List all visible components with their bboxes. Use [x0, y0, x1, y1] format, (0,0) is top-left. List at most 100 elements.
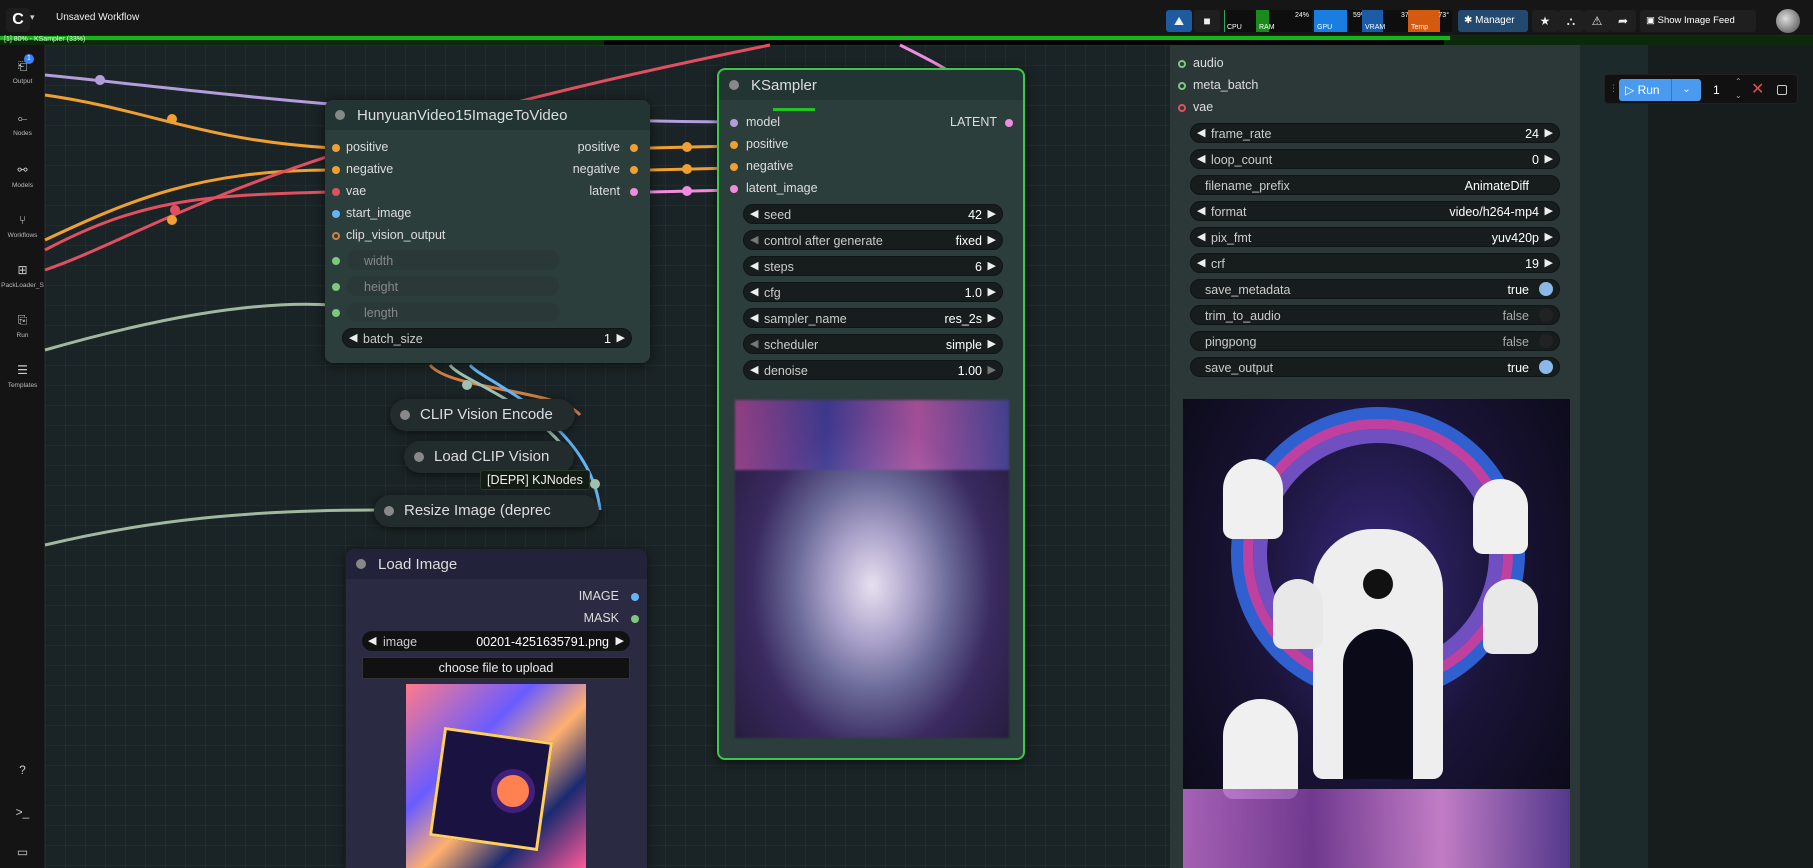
drag-handle-icon[interactable]: ⋮ — [1609, 83, 1618, 94]
batch-count-input[interactable]: 1 ⌃ ⌄ — [1709, 77, 1749, 101]
toggle-off-icon[interactable] — [1539, 334, 1553, 348]
decrement-arrow-icon[interactable]: ◀ — [1197, 152, 1205, 165]
increment-arrow-icon[interactable]: ▶ — [988, 363, 996, 376]
decrement-arrow-icon[interactable]: ◀ — [368, 634, 376, 647]
queue-panel-icon[interactable] — [1777, 85, 1787, 95]
stepper-arrows-icon[interactable]: ⌃ ⌄ — [1735, 75, 1742, 103]
collapse-dot-icon[interactable] — [356, 559, 366, 569]
resize-image-node[interactable]: Resize Image (deprec — [374, 495, 599, 527]
length-widget-disabled: length — [347, 302, 559, 322]
batch-size-widget[interactable]: ◀ batch_size 1 ▶ — [342, 328, 632, 348]
input-slot-icon[interactable] — [730, 163, 738, 171]
input-slot-icon[interactable] — [730, 141, 738, 149]
image-select-widget[interactable]: ◀ image 00201-4251635791.png ▶ — [362, 631, 630, 651]
increment-arrow-icon[interactable]: ▶ — [1545, 256, 1553, 269]
node-title-bar[interactable]: HunyuanVideo15ImageToVideo — [325, 100, 650, 130]
ksampler-node[interactable]: KSampler model positive negative latent_… — [717, 68, 1025, 760]
output-slot-icon[interactable] — [630, 188, 638, 196]
increment-arrow-icon[interactable]: ▶ — [988, 259, 996, 272]
save-output-toggle[interactable]: save_output true — [1190, 357, 1560, 377]
increment-arrow-icon[interactable]: ▶ — [616, 634, 624, 647]
upload-button[interactable]: choose file to upload — [362, 657, 630, 679]
node-title-bar[interactable]: KSampler — [719, 70, 1023, 100]
increment-arrow-icon[interactable]: ▶ — [988, 337, 996, 350]
node-title-bar[interactable]: Load Image — [346, 549, 647, 579]
input-slot-icon[interactable] — [1178, 60, 1186, 68]
frame-rate-widget[interactable]: ◀ frame_rate 24 ▶ — [1190, 123, 1560, 143]
input-slot-icon[interactable] — [332, 283, 340, 291]
sampler-name-widget[interactable]: ◀ sampler_name res_2s ▶ — [743, 308, 1003, 328]
input-slot-icon[interactable] — [332, 232, 340, 240]
increment-arrow-icon[interactable]: ▶ — [988, 233, 996, 246]
trim-to-audio-toggle[interactable]: trim_to_audio false — [1190, 305, 1560, 325]
denoise-widget[interactable]: ◀ denoise 1.00 ▶ — [743, 360, 1003, 380]
decrement-arrow-icon[interactable]: ◀ — [750, 337, 758, 350]
decrement-arrow-icon[interactable]: ◀ — [750, 285, 758, 298]
collapse-dot-icon[interactable] — [335, 110, 345, 120]
run-button[interactable]: ▷ Run — [1619, 79, 1671, 101]
increment-arrow-icon[interactable]: ▶ — [1545, 126, 1553, 139]
collapse-dot-icon[interactable] — [414, 452, 424, 462]
control-after-generate-widget[interactable]: ◀ control after generate fixed ▶ — [743, 230, 1003, 250]
decrement-arrow-icon[interactable]: ◀ — [1197, 256, 1205, 269]
decrement-arrow-icon[interactable]: ◀ — [349, 331, 357, 344]
steps-widget[interactable]: ◀ steps 6 ▶ — [743, 256, 1003, 276]
input-slot-icon[interactable] — [332, 188, 340, 196]
save-metadata-toggle[interactable]: save_metadata true — [1190, 279, 1560, 299]
toggle-off-icon[interactable] — [1539, 308, 1553, 322]
cancel-run-icon[interactable]: ✕ — [1751, 79, 1764, 101]
load-image-node[interactable]: Load Image IMAGE MASK ◀ image 00201-4251… — [346, 549, 647, 868]
decrement-arrow-icon[interactable]: ◀ — [1197, 204, 1205, 217]
scheduler-widget[interactable]: ◀ scheduler simple ▶ — [743, 334, 1003, 354]
increment-arrow-icon[interactable]: ▶ — [1545, 204, 1553, 217]
toggle-on-icon[interactable] — [1539, 282, 1553, 296]
output-slot-icon[interactable] — [1005, 119, 1013, 127]
input-slot-icon[interactable] — [332, 210, 340, 218]
run-panel: ⋮ ▷ Run ⌄ 1 ⌃ ⌄ ✕ — [1604, 74, 1798, 104]
decrement-arrow-icon[interactable]: ◀ — [1197, 126, 1205, 139]
input-slot-icon[interactable] — [332, 257, 340, 265]
input-slot-icon[interactable] — [1178, 104, 1186, 112]
output-slot-icon[interactable] — [630, 166, 638, 174]
decrement-arrow-icon[interactable]: ◀ — [750, 233, 758, 246]
decrement-arrow-icon[interactable]: ◀ — [750, 207, 758, 220]
run-mode-dropdown[interactable]: ⌄ — [1671, 79, 1701, 101]
input-slot-icon[interactable] — [332, 309, 340, 317]
decrement-arrow-icon[interactable]: ◀ — [750, 259, 758, 272]
load-clip-vision-node[interactable]: Load CLIP Vision — [404, 441, 574, 473]
hunyuan-image-to-video-node[interactable]: HunyuanVideo15ImageToVideo positive nega… — [325, 100, 650, 363]
cfg-widget[interactable]: ◀ cfg 1.0 ▶ — [743, 282, 1003, 302]
filename-prefix-widget[interactable]: filename_prefix AnimateDiff — [1190, 175, 1560, 195]
increment-arrow-icon[interactable]: ▶ — [1545, 230, 1553, 243]
seed-widget[interactable]: ◀ seed 42 ▶ — [743, 204, 1003, 224]
pingpong-toggle[interactable]: pingpong false — [1190, 331, 1560, 351]
input-slot-icon[interactable] — [730, 119, 738, 127]
format-widget[interactable]: ◀ format video/h264-mp4 ▶ — [1190, 201, 1560, 221]
output-slot-icon[interactable] — [631, 593, 639, 601]
increment-arrow-icon[interactable]: ▶ — [1545, 152, 1553, 165]
decrement-arrow-icon[interactable]: ◀ — [750, 363, 758, 376]
loop-count-widget[interactable]: ◀ loop_count 0 ▶ — [1190, 149, 1560, 169]
collapse-dot-icon[interactable] — [384, 506, 394, 516]
increment-arrow-icon[interactable]: ▶ — [988, 207, 996, 220]
decrement-arrow-icon[interactable]: ◀ — [750, 311, 758, 324]
input-slot-icon[interactable] — [1178, 82, 1186, 90]
decrement-arrow-icon[interactable]: ◀ — [1197, 230, 1205, 243]
node-progress-indicator — [773, 108, 815, 111]
video-combine-node[interactable]: audio meta_batch vae ◀ frame_rate 24 ▶ ◀… — [1170, 45, 1580, 868]
pix-fmt-widget[interactable]: ◀ pix_fmt yuv420p ▶ — [1190, 227, 1560, 247]
output-slot-icon[interactable] — [630, 144, 638, 152]
input-slot-icon[interactable] — [332, 166, 340, 174]
increment-arrow-icon[interactable]: ▶ — [988, 311, 996, 324]
video-preview-image — [1183, 399, 1570, 868]
collapse-dot-icon[interactable] — [729, 80, 739, 90]
collapse-dot-icon[interactable] — [400, 410, 410, 420]
output-slot-icon[interactable] — [631, 615, 639, 623]
crf-widget[interactable]: ◀ crf 19 ▶ — [1190, 253, 1560, 273]
increment-arrow-icon[interactable]: ▶ — [988, 285, 996, 298]
input-slot-icon[interactable] — [730, 185, 738, 193]
toggle-on-icon[interactable] — [1539, 360, 1553, 374]
input-slot-icon[interactable] — [332, 144, 340, 152]
increment-arrow-icon[interactable]: ▶ — [617, 331, 625, 344]
clip-vision-encode-node[interactable]: CLIP Vision Encode — [390, 399, 575, 431]
